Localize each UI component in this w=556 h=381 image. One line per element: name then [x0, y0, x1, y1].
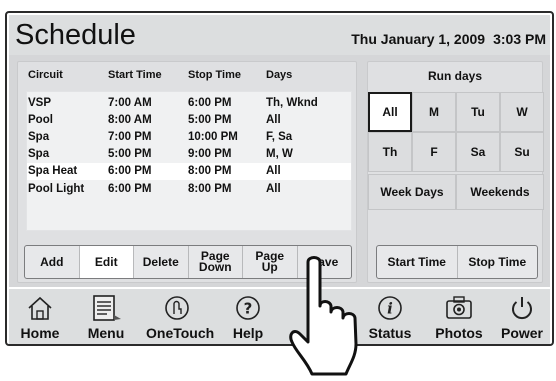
- date-text: Thu January 1, 2009: [351, 31, 486, 47]
- cell-circuit: Spa Heat: [28, 165, 78, 177]
- nav-home[interactable]: Home: [9, 291, 71, 343]
- cell-days: M, W: [266, 148, 293, 160]
- nav-status[interactable]: i Status: [359, 291, 421, 343]
- schedule-list: VSP 7:00 AM 6:00 PM Th, Wknd Pool 8:00 A…: [26, 91, 352, 231]
- cell-start-time: 5:00 PM: [108, 148, 152, 160]
- cell-start-time: 6:00 PM: [108, 165, 152, 177]
- table-header: Circuit Start Time Stop Time Days: [18, 62, 356, 86]
- question-icon: ?: [236, 296, 260, 320]
- start-time-button[interactable]: Start Time: [377, 246, 458, 278]
- notepad-icon: [93, 295, 121, 321]
- add-button[interactable]: Add: [25, 246, 80, 278]
- cell-days: F, Sa: [266, 131, 293, 143]
- edit-button[interactable]: Edit: [79, 246, 134, 278]
- column-header-start-time: Start Time: [108, 69, 162, 81]
- day-friday-button[interactable]: F: [412, 132, 456, 172]
- control-panel-screen: Schedule Thu January 1, 2009 3:03 PM Circ…: [5, 11, 554, 346]
- nav-help-label: Help: [232, 325, 264, 341]
- table-row[interactable]: Spa 7:00 PM 10:00 PM F, Sa: [27, 129, 351, 146]
- column-header-days: Days: [266, 69, 293, 81]
- schedule-panel: Circuit Start Time Stop Time Days VSP 7:…: [17, 61, 357, 283]
- svg-text:i: i: [387, 300, 393, 318]
- cell-start-time: 6:00 PM: [108, 183, 152, 195]
- content-area: Circuit Start Time Stop Time Days VSP 7:…: [9, 55, 550, 287]
- nav-power-label: Power: [500, 325, 543, 341]
- column-header-stop-time: Stop Time: [188, 69, 241, 81]
- cell-stop-time: 6:00 PM: [188, 97, 232, 109]
- cell-stop-time: 9:00 PM: [188, 148, 232, 160]
- cell-circuit: Pool: [28, 114, 53, 126]
- nav-photos[interactable]: Photos: [428, 291, 490, 343]
- table-row[interactable]: Pool 8:00 AM 5:00 PM All: [27, 112, 351, 129]
- table-row[interactable]: VSP 7:00 AM 6:00 PM Th, Wknd: [27, 95, 351, 112]
- nav-onetouch[interactable]: OneTouch: [146, 291, 215, 343]
- day-tuesday-button[interactable]: Tu: [456, 92, 500, 132]
- nav-menu-label: Menu: [87, 325, 125, 341]
- delete-button[interactable]: Delete: [134, 246, 189, 278]
- header-bar: Schedule Thu January 1, 2009 3:03 PM: [9, 15, 550, 55]
- cell-start-time: 7:00 PM: [108, 131, 152, 143]
- weekends-button[interactable]: Weekends: [456, 174, 544, 210]
- column-header-circuit: Circuit: [28, 69, 63, 81]
- table-row[interactable]: Spa 5:00 PM 9:00 PM M, W: [27, 146, 351, 163]
- time-action-bar: Start Time Stop Time: [376, 245, 538, 279]
- week-days-button[interactable]: Week Days: [368, 174, 456, 210]
- cell-days: All: [266, 165, 281, 177]
- run-days-panel: Run days All M Tu W Th F Sa Su Week Days…: [367, 61, 544, 283]
- nav-menu[interactable]: Menu: [75, 291, 137, 343]
- cell-days: Th, Wknd: [266, 97, 318, 109]
- cell-circuit: VSP: [28, 97, 52, 109]
- cell-circuit: Pool Light: [28, 183, 85, 195]
- svg-text:?: ?: [244, 300, 253, 318]
- nav-power[interactable]: Power: [491, 291, 553, 343]
- day-thursday-button[interactable]: Th: [368, 132, 412, 172]
- day-wednesday-button[interactable]: W: [500, 92, 544, 132]
- day-monday-button[interactable]: M: [412, 92, 456, 132]
- page-down-label-2: Down: [198, 260, 232, 274]
- time-text: 3:03 PM: [493, 31, 546, 47]
- cell-circuit: Spa: [28, 131, 50, 143]
- house-icon: [28, 296, 52, 320]
- power-icon: [512, 297, 532, 320]
- pointing-hand-icon: [289, 256, 358, 376]
- day-saturday-button[interactable]: Sa: [456, 132, 500, 172]
- cell-stop-time: 5:00 PM: [188, 114, 232, 126]
- cell-stop-time: 8:00 PM: [188, 183, 232, 195]
- bottom-nav-bar: Home Menu OneTouch ? Help i Status Photo…: [9, 289, 550, 344]
- cell-start-time: 8:00 AM: [108, 114, 152, 126]
- cell-days: All: [266, 183, 281, 195]
- onetouch-icon: [165, 296, 189, 320]
- run-days-title: Run days: [427, 69, 482, 83]
- nav-status-label: Status: [368, 325, 412, 341]
- nav-photos-label: Photos: [435, 325, 483, 341]
- stop-time-button[interactable]: Stop Time: [458, 246, 538, 278]
- cell-stop-time: 8:00 PM: [188, 165, 232, 177]
- camera-icon: [446, 296, 472, 319]
- cell-circuit: Spa: [28, 148, 50, 160]
- nav-home-label: Home: [20, 325, 60, 341]
- day-all-button[interactable]: All: [368, 92, 412, 132]
- table-row-selected[interactable]: Spa Heat 6:00 PM 8:00 PM All: [27, 163, 351, 180]
- page-title: Schedule: [15, 19, 136, 51]
- cell-days: All: [266, 114, 281, 126]
- cell-stop-time: 10:00 PM: [188, 131, 238, 143]
- page-up-label-2: Up: [261, 260, 278, 274]
- cell-start-time: 7:00 AM: [108, 97, 152, 109]
- nav-help[interactable]: ? Help: [217, 291, 279, 343]
- page-down-button[interactable]: Page Down: [189, 246, 243, 278]
- day-sunday-button[interactable]: Su: [500, 132, 544, 172]
- nav-onetouch-label: OneTouch: [146, 325, 215, 341]
- info-icon: i: [378, 296, 402, 320]
- date-time-display: Thu January 1, 2009 3:03 PM: [351, 31, 546, 47]
- table-row[interactable]: Pool Light 6:00 PM 8:00 PM All: [27, 181, 351, 198]
